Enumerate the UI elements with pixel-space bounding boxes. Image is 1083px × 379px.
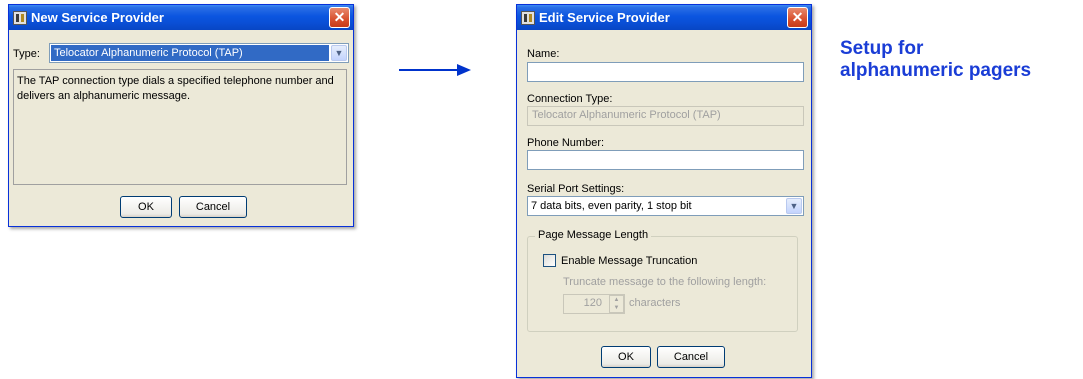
serial-port-select[interactable]: 7 data bits, even parity, 1 stop bit ▼	[527, 196, 804, 216]
caption-line-1: Setup for	[840, 38, 924, 59]
dialog-title: New Service Provider	[31, 10, 164, 25]
cancel-button[interactable]: Cancel	[179, 196, 247, 218]
app-icon	[13, 10, 27, 25]
spinner-down-icon: ▼	[613, 305, 620, 311]
chevron-down-icon[interactable]: ▼	[331, 45, 347, 61]
cancel-button[interactable]: Cancel	[657, 346, 725, 368]
arrow-right-icon	[399, 64, 471, 76]
connection-type-field: Telocator Alphanumeric Protocol (TAP)	[527, 106, 804, 126]
name-label: Name:	[527, 48, 560, 60]
chevron-down-icon[interactable]: ▼	[786, 198, 802, 214]
description-box: The TAP connection type dials a specifie…	[13, 69, 347, 185]
phone-number-field[interactable]	[527, 150, 804, 170]
title-bar[interactable]: Edit Service Provider ✕	[517, 5, 811, 30]
ok-button[interactable]: OK	[601, 346, 651, 368]
characters-label: characters	[629, 297, 681, 309]
close-icon[interactable]: ✕	[329, 7, 350, 28]
type-select-value: Telocator Alphanumeric Protocol (TAP)	[51, 45, 329, 61]
type-label: Type:	[13, 48, 40, 60]
edit-service-provider-dialog: Edit Service Provider ✕ Name: Connection…	[516, 4, 812, 378]
caption: Setup for alphanumeric pagers	[840, 38, 1031, 82]
ok-button[interactable]: OK	[120, 196, 172, 218]
spinner-buttons: ▲ ▼	[609, 295, 624, 313]
phone-number-label: Phone Number:	[527, 137, 605, 149]
title-bar[interactable]: New Service Provider ✕	[9, 5, 353, 30]
connection-type-label: Connection Type:	[527, 93, 613, 105]
new-service-provider-dialog: New Service Provider ✕ Type: Telocator A…	[8, 4, 354, 227]
description-text: The TAP connection type dials a specifie…	[17, 75, 334, 102]
truncate-hint: Truncate message to the following length…	[563, 276, 767, 288]
group-title: Page Message Length	[535, 229, 652, 241]
app-icon	[521, 10, 535, 25]
serial-port-label: Serial Port Settings:	[527, 183, 625, 195]
truncation-label[interactable]: Enable Message Truncation	[561, 255, 697, 267]
name-field[interactable]	[527, 62, 804, 82]
dialog-title: Edit Service Provider	[539, 10, 670, 25]
type-select[interactable]: Telocator Alphanumeric Protocol (TAP) ▼	[49, 43, 349, 63]
truncation-checkbox[interactable]	[543, 254, 556, 267]
caption-line-2: alphanumeric pagers	[840, 60, 1032, 81]
close-icon[interactable]: ✕	[787, 7, 808, 28]
spinner-up-icon: ▲	[613, 297, 620, 303]
